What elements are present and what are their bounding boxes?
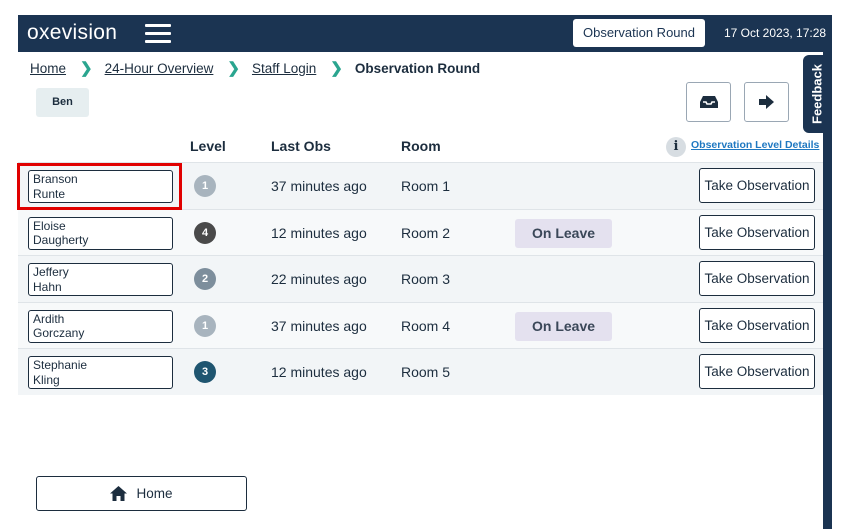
patient-last-name: Daugherty: [33, 233, 89, 247]
take-observation-button[interactable]: Take Observation: [699, 261, 815, 296]
sign-out-icon: [758, 95, 774, 109]
room-label: Room 3: [401, 271, 451, 287]
level-badge: 1: [194, 314, 216, 337]
info-icon: i: [666, 137, 686, 157]
patient-first-name: Jeffery: [33, 265, 69, 279]
level-badge: 4: [194, 221, 216, 244]
room-label: Room 2: [401, 224, 451, 241]
patient-first-name: Ardith: [33, 311, 65, 326]
last-obs-time: 12 minutes ago: [271, 224, 367, 241]
take-observation-button[interactable]: Take Observation: [699, 307, 815, 343]
hamburger-menu-icon[interactable]: [145, 24, 171, 44]
take-observation-button[interactable]: Take Observation: [699, 168, 815, 203]
last-obs-time: 37 minutes ago: [271, 178, 367, 194]
table-row: Stephanie Kling 3 12 minutes ago Room 5 Take …: [18, 348, 823, 395]
level-badge: 2: [194, 268, 216, 290]
current-datetime: 17 Oct 2023, 17:28: [724, 26, 827, 40]
on-leave-badge: On Leave: [515, 311, 612, 341]
room-label: Room 5: [401, 364, 451, 380]
room-label: Room 4: [401, 317, 451, 334]
room-label: Room 1: [401, 178, 451, 194]
last-obs-time: 12 minutes ago: [271, 364, 367, 380]
chevron-right-icon: ❯: [227, 60, 240, 77]
home-button[interactable]: Home: [36, 476, 247, 511]
patient-name-button[interactable]: Stephanie Kling: [28, 356, 173, 389]
patient-last-name: Kling: [33, 372, 60, 387]
column-header-room: Room: [401, 138, 441, 154]
chevron-right-icon: ❯: [330, 60, 343, 77]
home-icon: [110, 486, 128, 501]
breadcrumb: Home ❯ 24-Hour Overview ❯ Staff Login ❯ …: [30, 59, 480, 77]
breadcrumb-24-hour-overview[interactable]: 24-Hour Overview: [105, 61, 214, 76]
table-row: Eloise Daugherty 4 12 minutes ago Room 2 On L…: [18, 208, 823, 255]
home-button-label: Home: [136, 486, 173, 501]
column-header-last-obs: Last Obs: [271, 138, 331, 154]
take-observation-button[interactable]: Take Observation: [699, 354, 815, 389]
patient-name-button[interactable]: Jeffery Hahn: [28, 263, 173, 296]
top-bar: oxevision Observation Round 17 Oct 2023,…: [18, 15, 832, 52]
logout-button[interactable]: [744, 82, 789, 122]
observation-round-button[interactable]: Observation Round: [573, 19, 705, 47]
breadcrumb-home[interactable]: Home: [30, 61, 66, 76]
breadcrumb-current: Observation Round: [354, 60, 481, 76]
patient-last-name: Hahn: [33, 279, 62, 294]
user-chip: Ben: [36, 88, 89, 117]
patient-name-button[interactable]: Ardith Gorczany: [28, 309, 173, 343]
observation-level-details-link[interactable]: Observation Level Details: [691, 139, 819, 151]
last-obs-time: 22 minutes ago: [271, 271, 367, 287]
column-header-level: Level: [190, 138, 226, 154]
patient-first-name: Stephanie: [33, 358, 88, 372]
on-leave-badge: On Leave: [515, 218, 612, 248]
patient-last-name: Gorczany: [33, 326, 85, 340]
breadcrumb-staff-login[interactable]: Staff Login: [252, 61, 316, 76]
inbox-icon: [699, 96, 718, 108]
level-badge: 1: [194, 175, 216, 197]
inbox-button[interactable]: [686, 82, 731, 122]
level-badge: 3: [194, 361, 216, 383]
table-row: Ardith Gorczany 1 37 minutes ago Room 4 On Le…: [18, 301, 823, 348]
last-obs-time: 37 minutes ago: [271, 317, 367, 334]
app-logo: oxevision: [27, 21, 118, 44]
chevron-right-icon: ❯: [80, 60, 93, 77]
selection-highlight: [17, 163, 182, 210]
patient-first-name: Eloise: [33, 218, 66, 233]
table-row: Jeffery Hahn 2 22 minutes ago Room 3 Take Obs…: [18, 255, 823, 302]
patient-name-button[interactable]: Eloise Daugherty: [28, 216, 173, 250]
take-observation-button[interactable]: Take Observation: [699, 214, 815, 250]
feedback-tab[interactable]: Feedback: [803, 55, 831, 133]
feedback-label: Feedback: [809, 64, 825, 124]
